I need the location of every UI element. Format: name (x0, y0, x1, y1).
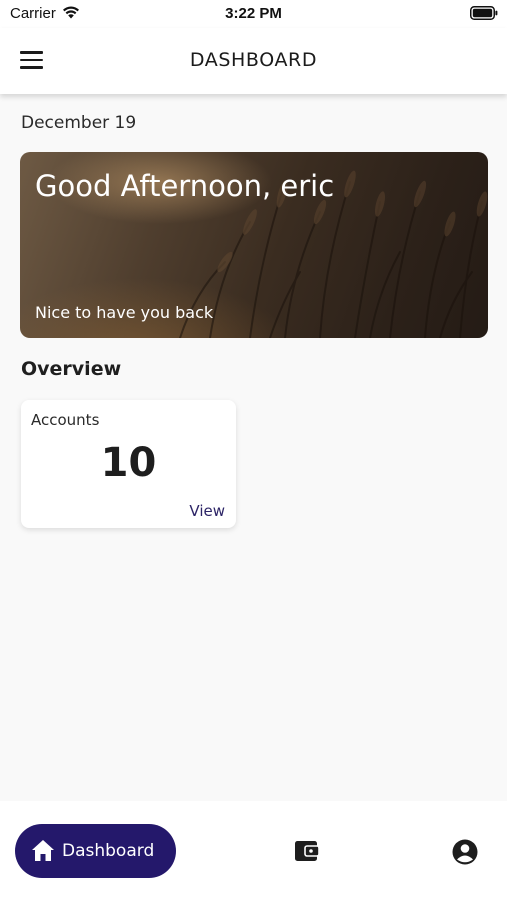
bottom-navigation: Dashboard (0, 801, 507, 900)
account-circle-icon[interactable] (451, 838, 479, 866)
home-icon (32, 840, 54, 861)
battery-icon (470, 6, 498, 20)
dashboard-screen: Carrier 3:22 PM DASHBOARD December 19 Go… (0, 0, 507, 900)
status-bar: Carrier 3:22 PM (0, 0, 507, 28)
accounts-label: Accounts (31, 411, 100, 429)
wallet-icon[interactable] (293, 838, 321, 864)
status-time: 3:22 PM (225, 5, 282, 22)
page-title: DASHBOARD (189, 49, 318, 71)
greeting-subtitle: Nice to have you back (35, 303, 214, 322)
nav-dashboard-button[interactable]: Dashboard (15, 824, 176, 878)
greeting-card: Good Afternoon, eric Nice to have you ba… (20, 152, 488, 338)
accounts-card[interactable]: Accounts 10 View (21, 400, 236, 528)
overview-heading: Overview (21, 358, 122, 380)
app-bar: DASHBOARD (0, 28, 507, 94)
nav-dashboard-label: Dashboard (62, 841, 155, 861)
accounts-view-link[interactable]: View (189, 502, 225, 520)
greeting-title: Good Afternoon, eric (35, 169, 335, 203)
date-label: December 19 (21, 113, 137, 133)
accounts-count: 10 (100, 440, 157, 486)
